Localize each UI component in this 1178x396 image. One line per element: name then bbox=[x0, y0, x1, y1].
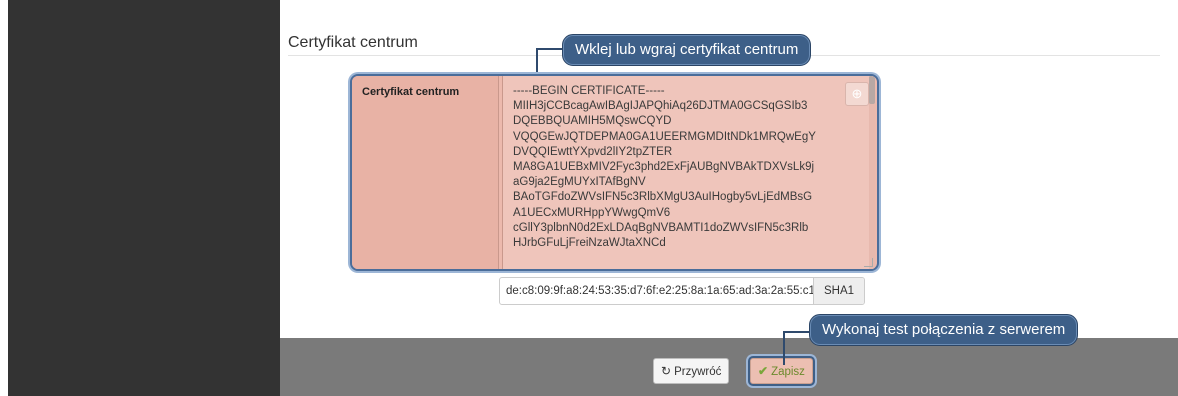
fingerprint-value[interactable]: de:c8:09:9f:a8:24:53:35:d7:6f:e2:25:8a:1… bbox=[500, 278, 813, 304]
callout-connector-top bbox=[536, 48, 538, 76]
certificate-label: Certyfikat centrum bbox=[362, 86, 460, 98]
upload-icon[interactable]: ⊕ bbox=[845, 82, 869, 106]
certificate-label-cell: Certyfikat centrum bbox=[352, 76, 499, 269]
scrollbar-thumb[interactable] bbox=[869, 76, 875, 104]
footer-bar: ↻ Przywróć ✔ Zapisz bbox=[280, 338, 1178, 396]
resize-handle[interactable] bbox=[864, 258, 873, 267]
save-label: Zapisz bbox=[771, 366, 805, 378]
certificate-textarea[interactable]: -----BEGIN CERTIFICATE----- MIIH3jCCBcag… bbox=[502, 76, 875, 269]
fingerprint-field: de:c8:09:9f:a8:24:53:35:d7:6f:e2:25:8a:1… bbox=[499, 277, 865, 305]
sidebar bbox=[8, 0, 280, 396]
reset-button[interactable]: ↻ Przywróć bbox=[653, 358, 730, 384]
callout-connector-top-h bbox=[536, 48, 562, 50]
save-button[interactable]: ✔ Zapisz bbox=[750, 358, 813, 384]
certificate-text: -----BEGIN CERTIFICATE----- MIIH3jCCBcag… bbox=[513, 85, 816, 250]
main-panel: Certyfikat centrum Wklej lub wgraj certy… bbox=[280, 0, 1178, 396]
fingerprint-algorithm: SHA1 bbox=[813, 278, 864, 304]
section-title: Certyfikat centrum bbox=[288, 34, 418, 51]
callout-test-connection: Wykonaj test połączenia z serwerem bbox=[809, 314, 1079, 346]
callout-paste-certificate: Wklej lub wgraj certyfikat centrum bbox=[562, 34, 812, 66]
callout-connector-bottom-h bbox=[783, 331, 809, 333]
check-icon: ✔ bbox=[758, 364, 769, 378]
textarea-scrollbar[interactable] bbox=[869, 76, 875, 269]
certificate-field: Certyfikat centrum -----BEGIN CERTIFICAT… bbox=[350, 74, 879, 271]
refresh-icon: ↻ bbox=[661, 364, 672, 378]
callout-connector-bottom bbox=[783, 331, 785, 365]
reset-label: Przywróć bbox=[674, 366, 722, 378]
